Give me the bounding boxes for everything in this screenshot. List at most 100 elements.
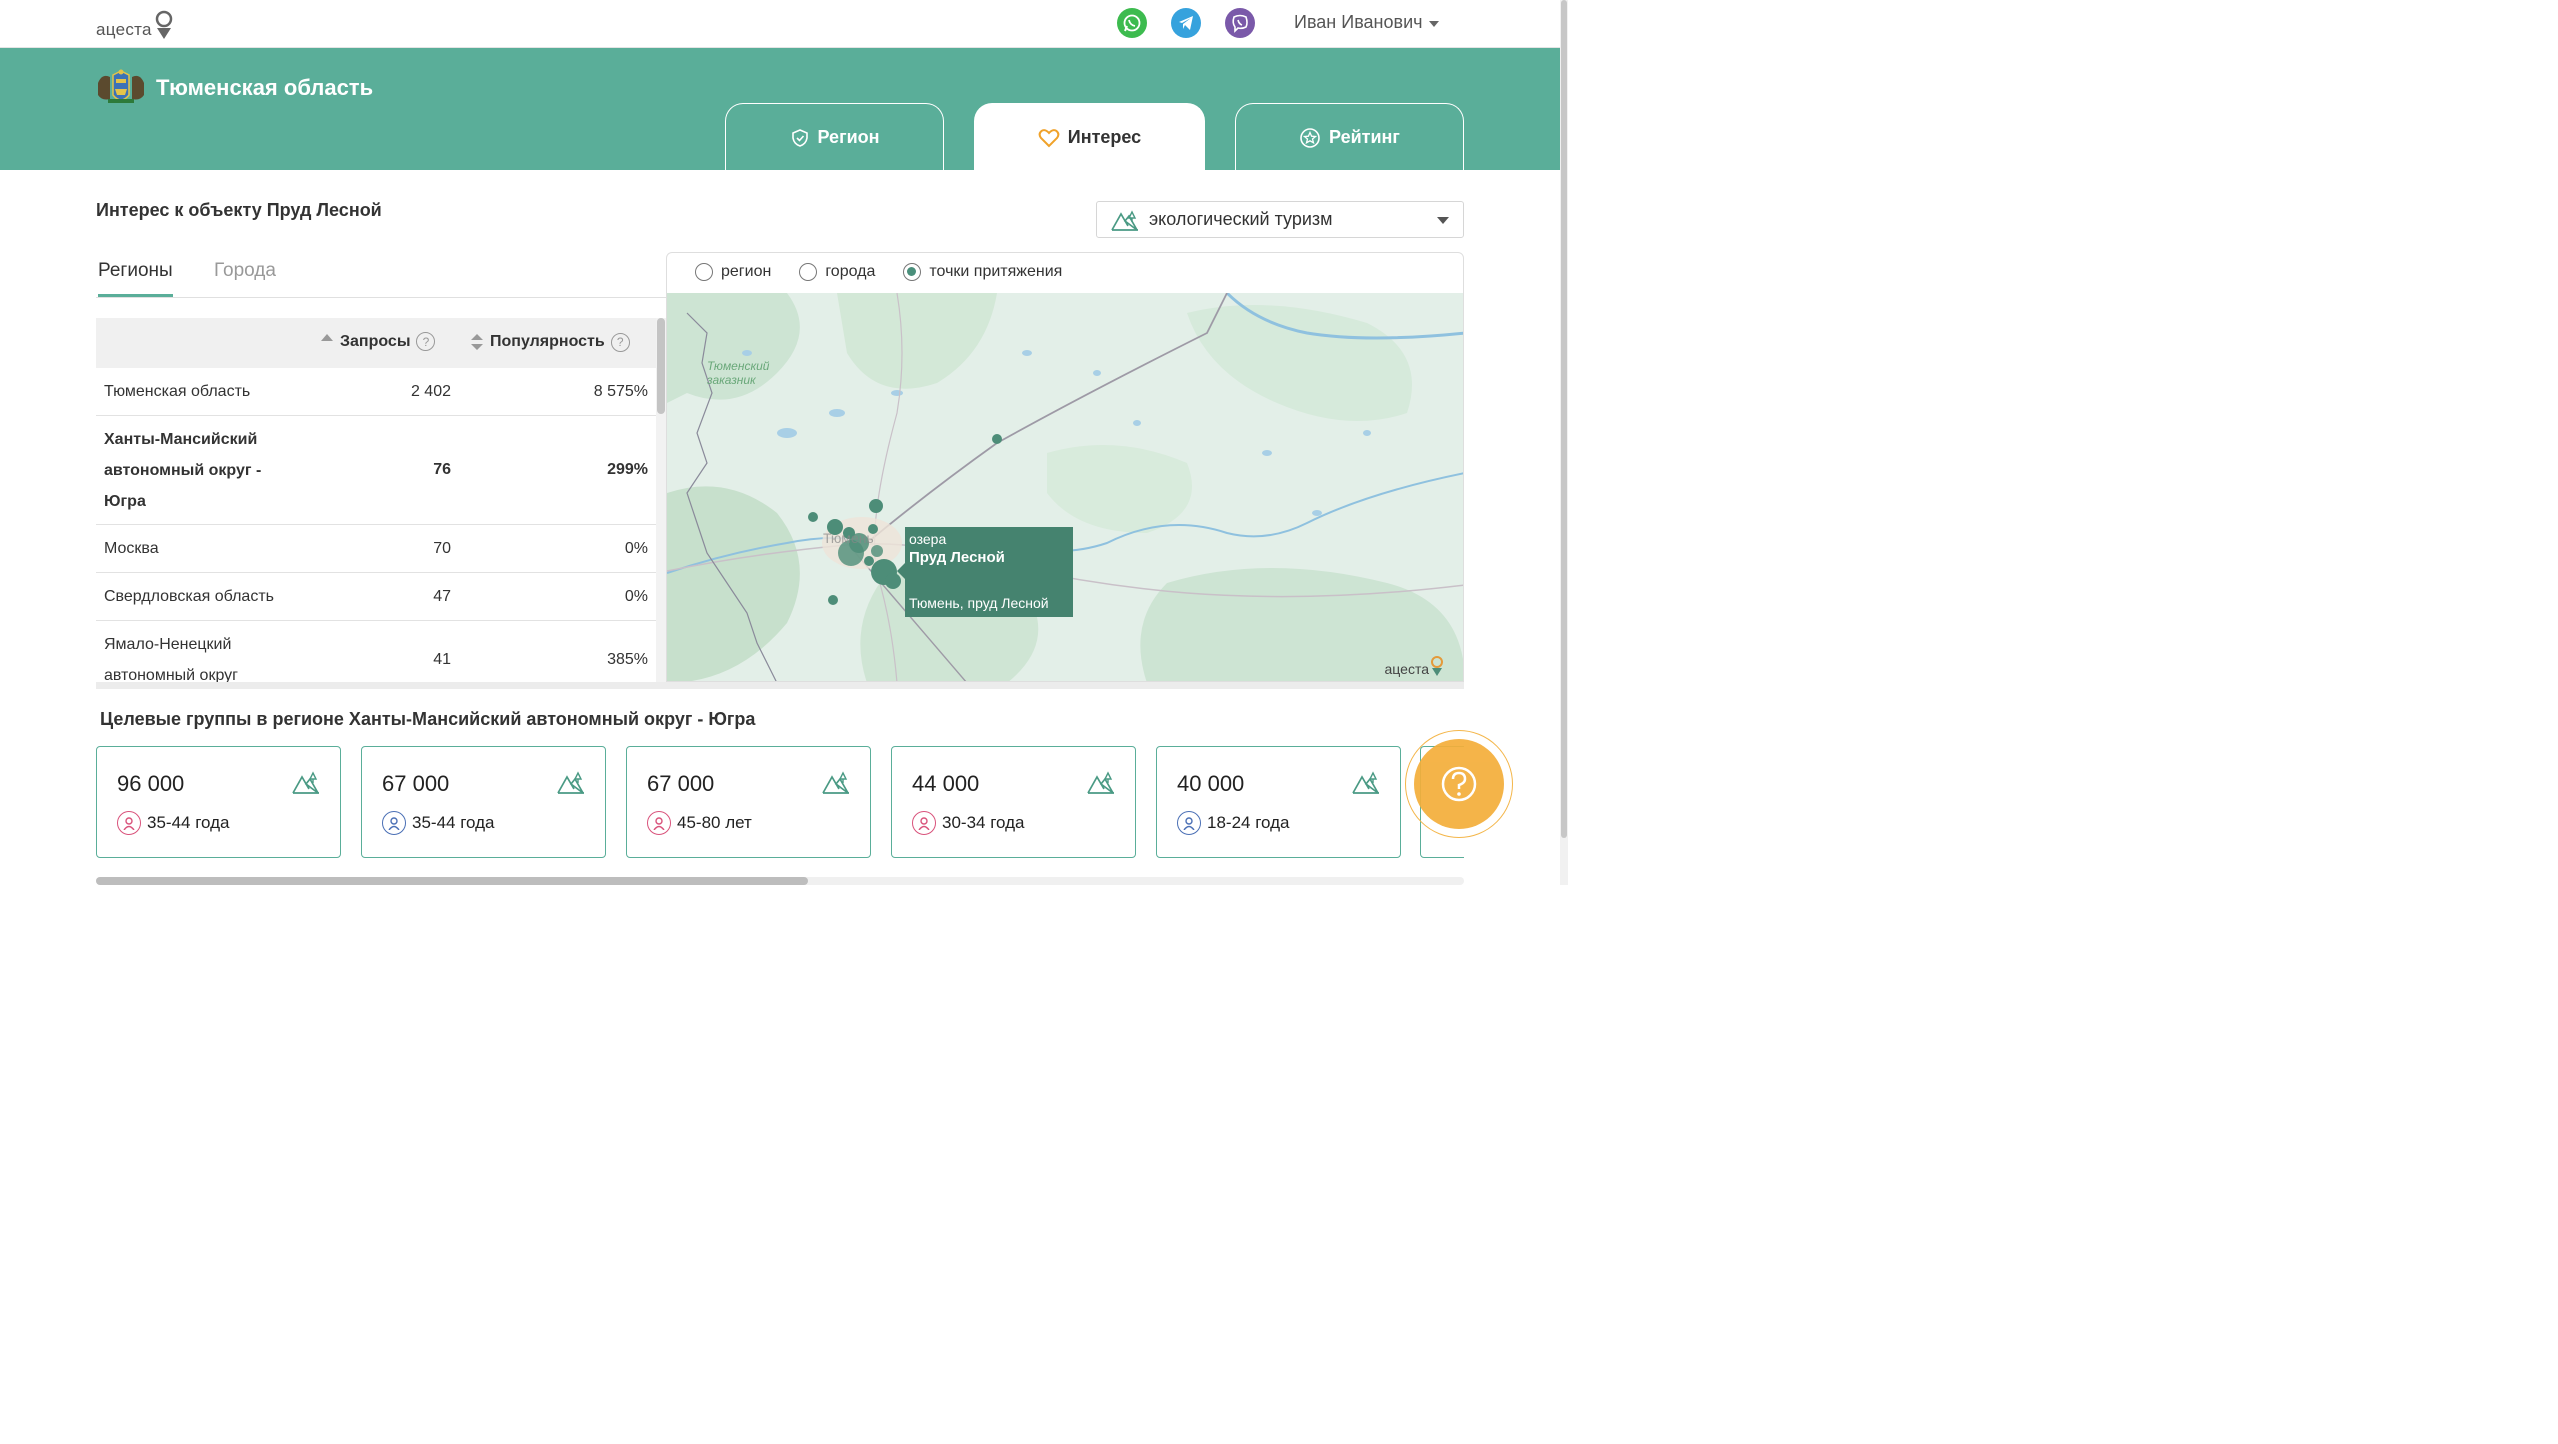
table-row[interactable]: Москва 70 0% [96, 525, 656, 573]
row-requests: 2 402 [410, 383, 451, 400]
mountain-tree-icon [292, 771, 319, 794]
carousel-scrollbar-thumb[interactable] [96, 877, 808, 885]
sort-asc-icon [321, 333, 333, 341]
row-popularity: 385% [607, 651, 648, 668]
map-point-tooltip: озера Пруд Лесной Тюмень, пруд Лесной [897, 527, 1073, 617]
table-row[interactable]: Ханты-Мансийский автономный округ - Югра… [96, 416, 656, 525]
map-watermark-logo: ацеста [1385, 655, 1445, 677]
table-row[interactable]: Ямало-Ненецкий автономный округ 41 385% [96, 621, 656, 682]
tooltip-name: Пруд Лесной [909, 549, 1005, 566]
tooltip-address: Тюмень, пруд Лесной [909, 595, 1049, 611]
row-requests: 70 [433, 540, 451, 557]
subtabs: Регионы Города [96, 256, 666, 298]
map-label-reserve: Тюменский заказник [707, 359, 770, 387]
tab-rating-label: Рейтинг [1329, 127, 1400, 147]
map-mode-radios: регион города точки притяжения [695, 263, 1062, 281]
mountain-tree-icon [822, 771, 849, 794]
viber-icon[interactable] [1225, 8, 1255, 38]
page-scrollbar-thumb[interactable] [1561, 0, 1567, 838]
top-bar: ацеста Иван Иванович [0, 0, 1568, 48]
row-region-name: Ханты-Мансийский автономный округ - Югра [104, 431, 262, 510]
help-circle-icon[interactable]: ? [416, 332, 436, 351]
group-age: 18-24 года [1177, 811, 1290, 835]
radio-cities[interactable]: города [799, 263, 875, 281]
row-region-name: Свердловская область [104, 588, 274, 605]
shield-icon [791, 128, 808, 147]
location-pin-icon [1431, 656, 1443, 676]
mountain-tree-icon [1087, 771, 1114, 794]
user-name: Иван Иванович [1294, 12, 1423, 32]
target-group-card[interactable]: 44 000 30-34 года [891, 746, 1136, 858]
user-menu[interactable]: Иван Иванович [1294, 12, 1439, 33]
mountain-tree-icon [1111, 209, 1138, 231]
row-region-name: Москва [104, 540, 159, 557]
row-popularity: 0% [624, 540, 648, 557]
carousel-scrollbar[interactable] [96, 877, 1464, 885]
group-age: 35-44 года [117, 811, 230, 835]
page-scrollbar[interactable] [1560, 0, 1568, 885]
row-popularity: 299% [607, 461, 648, 478]
target-group-card[interactable]: 67 000 35-44 года [361, 746, 606, 858]
radio-label: города [825, 263, 876, 280]
tab-interest[interactable]: Интерес [974, 103, 1205, 171]
table-row[interactable]: Тюменская область 2 402 8 575% [96, 368, 656, 416]
group-age: 45-80 лет [647, 811, 752, 835]
radio-attractions[interactable]: точки притяжения [903, 263, 1062, 281]
table-row[interactable]: Свердловская область 47 0% [96, 573, 656, 621]
mountain-tree-icon [1352, 771, 1379, 794]
male-avatar-icon [1177, 811, 1201, 835]
group-age-label: 18-24 года [1207, 813, 1290, 832]
radio-circle[interactable] [695, 263, 713, 281]
category-select-value: экологический туризм [1149, 209, 1333, 229]
map-canvas[interactable]: Тюменский заказник Тюмень озера Пруд Лес… [667, 291, 1463, 681]
group-age-label: 35-44 года [147, 813, 230, 832]
category-select[interactable]: экологический туризм [1096, 201, 1464, 238]
map-label-city: Тюмень [823, 530, 874, 546]
tab-interest-label: Интерес [1067, 127, 1142, 147]
radio-circle[interactable] [799, 263, 818, 281]
map-panel: регион города точки притяжения Тюменский… [666, 252, 1464, 682]
subtab-regions[interactable]: Регионы [98, 260, 173, 297]
female-avatar-icon [912, 811, 936, 835]
radio-circle[interactable] [903, 263, 922, 281]
group-count: 96 000 [117, 771, 185, 796]
object-title: Интерес к объекту Пруд Лесной [96, 200, 382, 220]
group-age-label: 30-34 года [942, 813, 1025, 832]
tab-region[interactable]: Регион [725, 103, 944, 171]
table-scrollbar-thumb[interactable] [657, 318, 665, 414]
group-count: 67 000 [647, 771, 715, 796]
radio-region[interactable]: регион [695, 263, 771, 281]
target-group-card[interactable]: 96 000 35-44 года [96, 746, 341, 858]
row-popularity: 0% [624, 588, 648, 605]
whatsapp-icon[interactable] [1117, 8, 1147, 38]
help-button[interactable] [1405, 730, 1513, 838]
group-count: 40 000 [1177, 771, 1245, 796]
regions-table: Запросы ? Популярность ? Тюменская облас… [96, 318, 666, 682]
column-requests[interactable]: Запросы ? [320, 332, 436, 351]
table-scrollbar[interactable] [656, 318, 666, 682]
subtab-cities[interactable]: Города [214, 260, 276, 294]
telegram-icon[interactable] [1171, 8, 1201, 38]
acesta-logo[interactable]: ацеста [96, 8, 175, 40]
group-count: 67 000 [382, 771, 450, 796]
radio-label: точки притяжения [929, 263, 1063, 280]
chevron-down-icon [1428, 21, 1439, 27]
location-pin-icon [155, 10, 173, 39]
male-avatar-icon [382, 811, 406, 835]
group-age: 30-34 года [912, 811, 1025, 835]
female-avatar-icon [117, 811, 141, 835]
region-name: Тюменская область [156, 75, 374, 100]
row-region-name: Тюменская область [104, 383, 251, 400]
region-title: Тюменская область [96, 69, 373, 107]
column-popularity[interactable]: Популярность ? [470, 332, 630, 352]
map-background [667, 291, 1463, 681]
row-requests: 47 [433, 588, 451, 605]
target-group-card[interactable]: 67 000 45-80 лет [626, 746, 871, 858]
tab-rating[interactable]: Рейтинг [1235, 103, 1464, 171]
table-header: Запросы ? Популярность ? [96, 318, 656, 368]
row-popularity: 8 575% [593, 383, 648, 400]
tooltip-category: озера [909, 531, 947, 547]
help-circle-icon[interactable]: ? [610, 332, 630, 352]
question-mark-icon [1414, 739, 1504, 829]
target-group-card[interactable]: 40 000 18-24 года [1156, 746, 1401, 858]
